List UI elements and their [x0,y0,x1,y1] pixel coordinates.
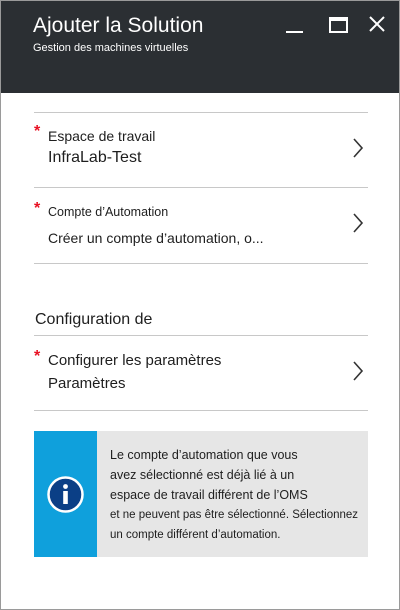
configure-parameters-value: Paramètres [48,375,126,392]
chevron-right-icon [353,213,364,233]
close-icon [369,16,385,32]
divider [34,335,368,336]
chevron-right-icon [353,361,364,381]
configure-parameters-selector[interactable]: * Configurer les paramètres Paramètres [34,345,368,403]
info-line: Le compte d’automation que vous [110,448,298,462]
minimize-button[interactable] [281,13,309,41]
chevron-right-icon [353,138,364,158]
add-solution-blade: Ajouter la Solution Gestion des machines… [0,0,400,610]
blade-header: Ajouter la Solution Gestion des machines… [1,1,399,93]
maximize-icon [329,17,348,33]
info-line: un compte différent d’automation. [110,529,281,541]
blade-title: Ajouter la Solution [33,14,204,37]
info-line: et ne peuvent pas être sélectionné. Séle… [110,509,359,521]
automation-account-value: Créer un compte d’automation, o... [48,230,264,246]
minimize-icon [286,31,303,33]
required-marker: * [34,200,41,217]
automation-account-label: Compte d’Automation [48,205,169,219]
configure-parameters-label: Configurer les paramètres [48,352,222,369]
section-title: Configuration de [35,311,153,328]
close-button[interactable] [367,13,395,41]
divider [34,112,368,113]
workspace-label: Espace de travail [48,128,156,144]
required-marker: * [34,348,41,365]
maximize-button[interactable] [325,13,353,41]
info-line: avez sélectionné est déjà lié à un [110,468,295,482]
info-accent-bar [34,431,97,557]
blade-subtitle: Gestion des machines virtuelles [33,42,189,54]
info-line: espace de travail différent de l’OMS [110,488,308,502]
divider [34,263,368,264]
automation-account-selector[interactable]: * Compte d’Automation Créer un compte d’… [34,196,368,256]
workspace-selector[interactable]: * Espace de travail InfraLab-Test [34,121,368,181]
info-text: Le compte d’automation que vous avez sél… [110,445,364,545]
info-icon [47,476,84,513]
required-marker: * [34,123,41,140]
divider [34,410,368,411]
divider [34,187,368,188]
info-message: Le compte d’automation que vous avez sél… [34,431,368,557]
workspace-value: InfraLab-Test [48,149,142,166]
